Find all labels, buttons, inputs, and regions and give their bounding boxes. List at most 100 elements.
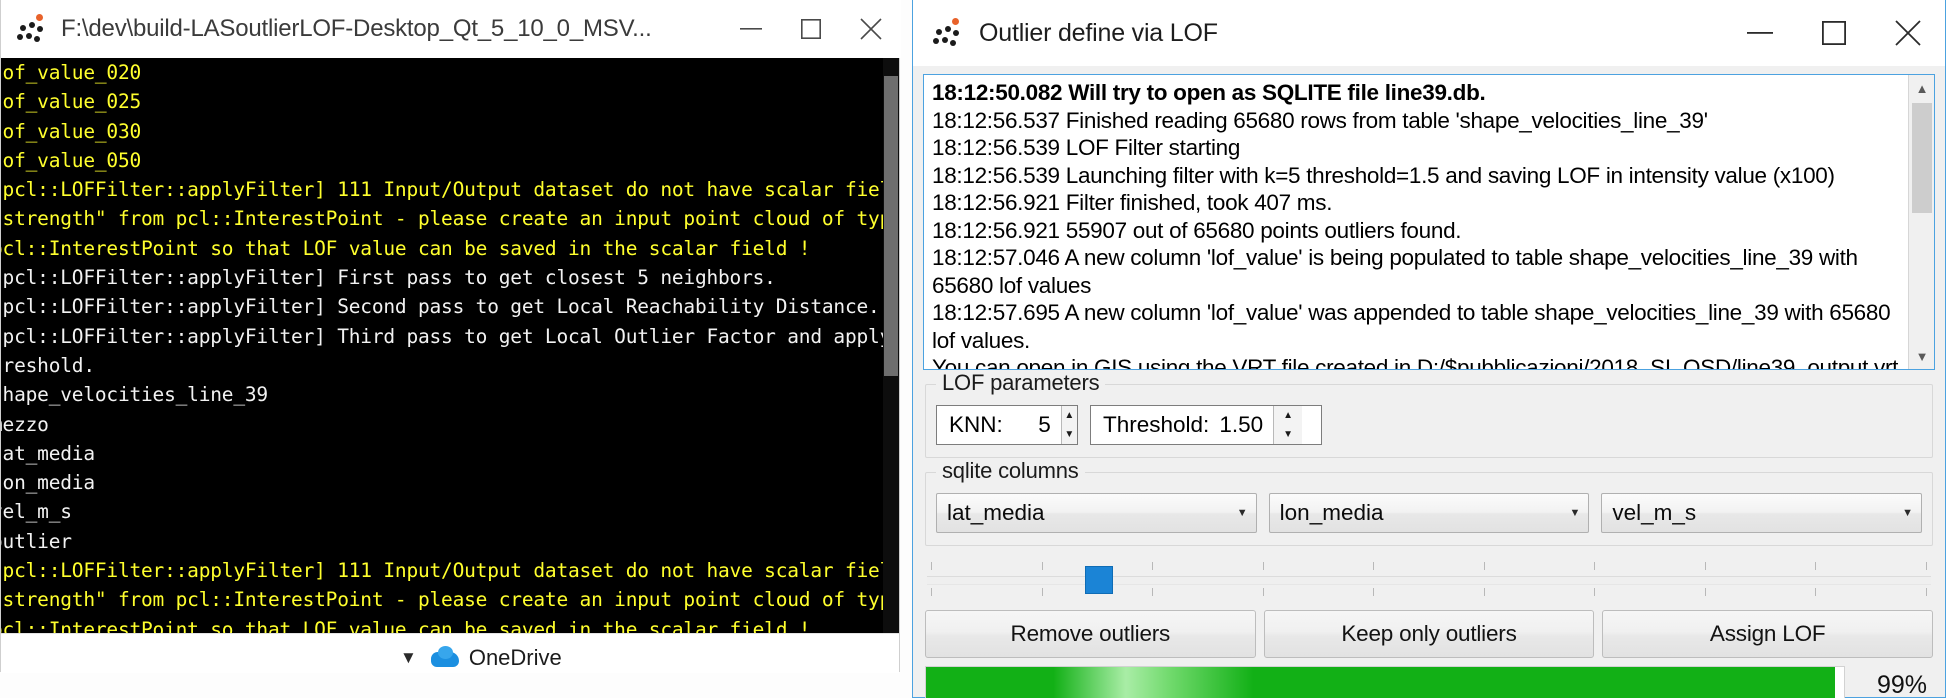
- log-line: You can open in GIS using the VRT file c…: [932, 355, 1899, 370]
- chevron-up-icon[interactable]: ▲: [1062, 406, 1077, 425]
- chevron-down-icon: ▼: [1236, 507, 1248, 519]
- console-scrollbar[interactable]: [883, 58, 899, 633]
- log-line: 18:12:56.921 Filter finished, took 407 m…: [932, 190, 1333, 215]
- log-line: 18:12:50.082 Will try to open as SQLITE …: [932, 80, 1486, 105]
- dialog-close-button[interactable]: [1871, 0, 1945, 66]
- progress-bar: [925, 666, 1845, 698]
- dialog-titlebar[interactable]: Outlier define via LOF: [913, 0, 1945, 66]
- chevron-up-icon[interactable]: ▲: [1274, 406, 1302, 425]
- progress-label: 99%: [1876, 670, 1927, 698]
- log-line: 18:12:56.921 55907 out of 65680 points o…: [932, 217, 1462, 243]
- log-scrollbar[interactable]: ▲ ▼: [1908, 75, 1934, 369]
- sqlite-columns-group: sqlite columns lat_media ▼ lon_media ▼ v…: [925, 458, 1933, 546]
- progress-bar-fill: [926, 667, 1835, 698]
- console-line: [pcl::LOFFilter::applyFilter] 111 Input/…: [1, 178, 899, 202]
- screen: F:\dev\build-LASoutlierLOF-Desktop_Qt_5_…: [0, 0, 1946, 698]
- value-column-value: vel_m_s: [1612, 500, 1697, 525]
- console-line: "strength" from pcl::InterestPoint - ple…: [1, 207, 899, 231]
- console-line: [pcl::LOFFilter::applyFilter] 111 Input/…: [1, 559, 899, 583]
- chevron-down-icon: ▼: [1569, 507, 1581, 519]
- knn-label: KNN:: [949, 412, 1003, 437]
- log-line: 18:12:56.539 Launching filter with k=5 t…: [932, 162, 1835, 188]
- chevron-up-icon[interactable]: ▲: [1909, 75, 1934, 101]
- dialog-minimize-button[interactable]: [1723, 0, 1797, 66]
- console-line: lon_media: [1, 471, 95, 495]
- chevron-down-icon: ▼: [1902, 507, 1914, 519]
- console-line: lof_value_025: [1, 90, 142, 114]
- console-line: pcl::InterestPoint so that LOF value can…: [1, 617, 811, 633]
- app-dots-icon: [931, 16, 965, 50]
- console-window-controls: [721, 0, 901, 58]
- taskbar-onedrive-item[interactable]: ▼ OneDrive: [400, 645, 562, 671]
- console-maximize-button[interactable]: [781, 0, 841, 58]
- assign-lof-button[interactable]: Assign LOF: [1602, 610, 1934, 658]
- threshold-stepper[interactable]: ▲ ▼: [1273, 406, 1303, 444]
- threshold-value[interactable]: 1.50: [1219, 406, 1273, 444]
- log-line: 18:12:56.537 Finished reading 65680 rows…: [932, 107, 1708, 133]
- lof-parameters-group: LOF parameters KNN: 5 ▲ ▼ Threshold: 1.5…: [925, 370, 1933, 458]
- log-line: 18:12:57.695 A new column 'lof_value' wa…: [932, 300, 1897, 353]
- console-close-button[interactable]: [841, 0, 901, 58]
- knn-spinbox[interactable]: KNN: 5 ▲ ▼: [936, 405, 1078, 445]
- console-output[interactable]: lof_value_020 lof_value_025 lof_value_030l…: [1, 58, 899, 633]
- log-line: 18:12:57.046 A new column 'lof_value' is…: [932, 245, 1864, 298]
- console-line: shape_velocities_line_39: [1, 383, 268, 407]
- chevron-down-icon[interactable]: ▼: [1274, 425, 1302, 444]
- console-title: F:\dev\build-LASoutlierLOF-Desktop_Qt_5_…: [61, 14, 652, 42]
- console-line: [pcl::LOFFilter::applyFilter] Third pass…: [1, 324, 899, 348]
- threshold-label: Threshold:: [1103, 412, 1210, 437]
- lon-column-value: lon_media: [1279, 500, 1384, 525]
- dialog-title: Outlier define via LOF: [979, 18, 1218, 47]
- console-line: lof_value_030: [1, 119, 142, 143]
- lat-column-select[interactable]: lat_media ▼: [936, 493, 1257, 533]
- outlier-lof-dialog: Outlier define via LOF 18:12:50.082 Will…: [912, 0, 1946, 698]
- log-scrollbar-thumb[interactable]: [1912, 103, 1932, 213]
- chevron-down-icon[interactable]: ▼: [1909, 343, 1934, 369]
- console-minimize-button[interactable]: [721, 0, 781, 58]
- console-line: outlier: [1, 529, 72, 553]
- threshold-spinbox[interactable]: Threshold: 1.50 ▲ ▼: [1090, 405, 1322, 445]
- remove-outliers-button[interactable]: Remove outliers: [925, 610, 1256, 658]
- action-buttons: Remove outliers Keep only outliers Assig…: [925, 610, 1934, 658]
- lat-column-value: lat_media: [947, 500, 1045, 525]
- keep-only-outliers-button[interactable]: Keep only outliers: [1263, 610, 1595, 658]
- console-line: vel_m_s: [1, 500, 72, 524]
- lon-column-select[interactable]: lon_media ▼: [1268, 493, 1590, 533]
- dialog-maximize-button[interactable]: [1797, 0, 1871, 66]
- app-dots-icon: [15, 12, 49, 46]
- console-line: pcl::InterestPoint so that LOF value can…: [1, 236, 811, 260]
- lof-parameters-title: LOF parameters: [936, 370, 1106, 396]
- console-line: [pcl::LOFFilter::applyFilter] First pass…: [1, 266, 776, 290]
- chevron-down-icon: ▼: [400, 648, 417, 667]
- chevron-down-icon[interactable]: ▼: [1062, 425, 1077, 444]
- console-line: hreshold.: [1, 353, 95, 377]
- sqlite-columns-row: lat_media ▼ lon_media ▼ vel_m_s ▼: [936, 493, 1923, 533]
- dialog-window-controls: [1723, 0, 1945, 66]
- value-column-select[interactable]: vel_m_s ▼: [1601, 493, 1923, 533]
- threshold-slider[interactable]: [927, 558, 1931, 602]
- console-line: lof_value_050: [1, 148, 142, 172]
- progress-row: 99%: [925, 666, 1933, 698]
- slider-ticks-top: [927, 562, 1931, 570]
- slider-ticks-bottom: [927, 588, 1931, 596]
- console-line: lof_value_020: [1, 61, 142, 84]
- log-line: 18:12:56.539 LOF Filter starting: [932, 135, 1241, 160]
- slider-groove[interactable]: [927, 576, 1931, 585]
- console-line: [pcl::LOFFilter::applyFilter] Second pas…: [1, 295, 880, 319]
- console-line: lat_media: [1, 441, 95, 465]
- onedrive-label: OneDrive: [468, 645, 562, 670]
- console-scrollbar-thumb[interactable]: [884, 76, 898, 376]
- console-line: "strength" from pcl::InterestPoint - ple…: [1, 588, 899, 612]
- console-titlebar[interactable]: F:\dev\build-LASoutlierLOF-Desktop_Qt_5_…: [1, 0, 901, 58]
- knn-value[interactable]: 5: [1013, 406, 1061, 444]
- dialog-content: 18:12:50.082 Will try to open as SQLITE …: [913, 66, 1945, 698]
- onedrive-icon: [430, 646, 459, 668]
- console-window: F:\dev\build-LASoutlierLOF-Desktop_Qt_5_…: [0, 0, 901, 673]
- log-panel[interactable]: 18:12:50.082 Will try to open as SQLITE …: [923, 74, 1935, 370]
- knn-stepper[interactable]: ▲ ▼: [1060, 406, 1077, 444]
- log-text: 18:12:50.082 Will try to open as SQLITE …: [924, 75, 1906, 370]
- console-text: lof_value_020 lof_value_025 lof_value_030l…: [1, 58, 899, 633]
- sqlite-columns-title: sqlite columns: [936, 458, 1085, 484]
- lof-parameters-row: KNN: 5 ▲ ▼ Threshold: 1.50 ▲ ▼: [936, 405, 1922, 445]
- console-line: mezzo: [1, 412, 49, 436]
